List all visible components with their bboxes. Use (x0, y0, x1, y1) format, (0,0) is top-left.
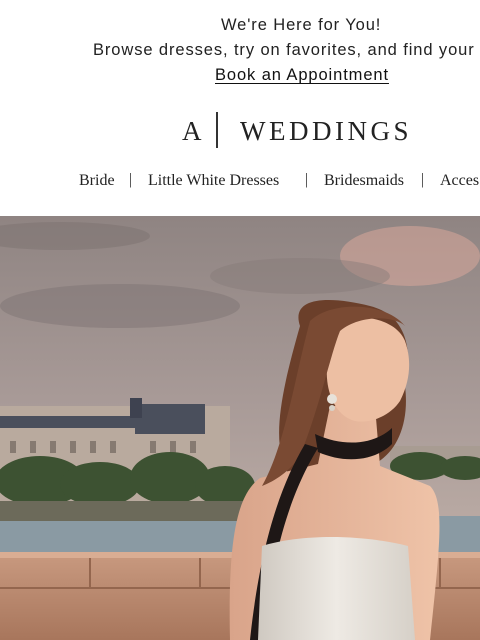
announcement-headline: We're Here for You! (221, 16, 382, 34)
nav-item-bridesmaids[interactable]: Bridesmaids (324, 172, 404, 190)
nav-separator: | (305, 171, 309, 188)
bride-paris-photo-icon (0, 216, 480, 640)
brand-logo-divider (216, 112, 218, 148)
nav-separator: | (129, 171, 133, 188)
nav-item-little-white-dresses[interactable]: Little White Dresses (148, 172, 279, 190)
brand-logo-left: A (182, 116, 205, 146)
announcement-subline: Browse dresses, try on favorites, and fi… (93, 41, 480, 59)
nav-separator: | (421, 171, 425, 188)
nav-item-accessories[interactable]: Acces (440, 172, 479, 190)
nav-item-bride[interactable]: Bride (79, 172, 115, 190)
book-appointment-link[interactable]: Book an Appointment (215, 66, 389, 85)
brand-logo-right: WEDDINGS (240, 116, 412, 146)
hero-image[interactable] (0, 216, 480, 640)
announcement-bar: We're Here for You! Browse dresses, try … (0, 0, 480, 100)
main-nav: Bride | Little White Dresses | Bridesmai… (0, 170, 480, 196)
